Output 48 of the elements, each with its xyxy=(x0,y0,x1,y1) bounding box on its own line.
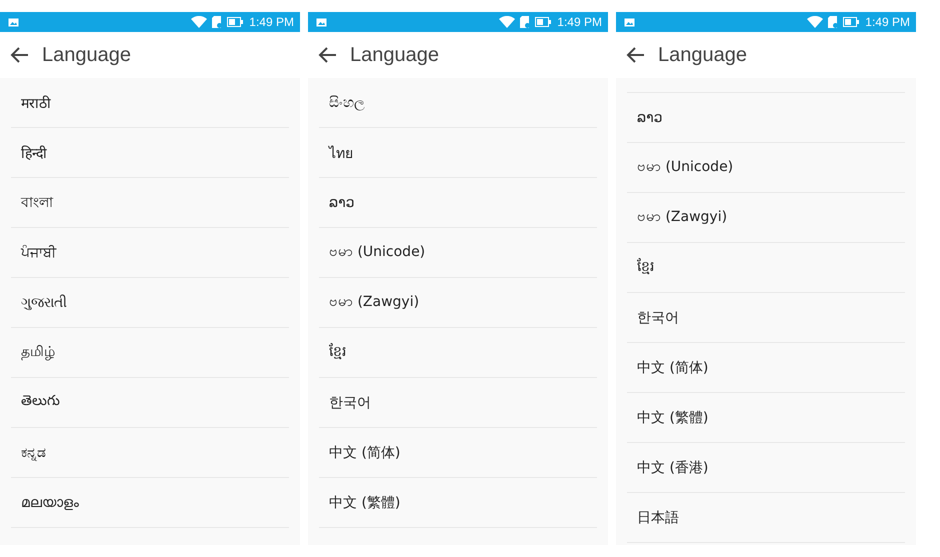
sd-card-icon xyxy=(212,16,222,28)
language-item[interactable]: தமிழ் xyxy=(11,328,289,378)
language-item[interactable]: मराठी xyxy=(11,78,289,128)
status-time: 1:49 PM xyxy=(557,15,602,29)
language-item[interactable]: বাংলা xyxy=(11,178,289,228)
language-item[interactable]: ไทย xyxy=(319,128,597,178)
screen-title: Language xyxy=(658,44,747,66)
language-item[interactable]: ဗမာ (Unicode) xyxy=(627,143,905,193)
battery-icon xyxy=(843,17,860,27)
picture-icon xyxy=(316,18,327,26)
language-item[interactable]: ខ្មែរ xyxy=(319,328,597,378)
language-item[interactable]: ဗမာ (Unicode) xyxy=(319,228,597,278)
back-button[interactable] xyxy=(318,45,338,65)
battery-icon xyxy=(535,17,552,27)
language-item[interactable]: മലയാളം xyxy=(11,478,289,528)
status-time: 1:49 PM xyxy=(865,15,910,29)
status-time: 1:49 PM xyxy=(249,15,294,29)
language-item[interactable]: ລາວ xyxy=(627,93,905,143)
sd-card-icon xyxy=(520,16,530,28)
wifi-icon xyxy=(807,16,824,28)
back-button[interactable] xyxy=(10,45,30,65)
battery-icon xyxy=(227,17,244,27)
wifi-icon xyxy=(191,16,208,28)
screen-title: Language xyxy=(350,44,439,66)
picture-icon xyxy=(624,18,635,26)
wifi-icon xyxy=(499,16,516,28)
language-item[interactable]: ລາວ xyxy=(319,178,597,228)
language-item[interactable]: 日本語 xyxy=(627,493,905,543)
language-item[interactable]: 中文 (繁體) xyxy=(319,478,597,528)
language-item[interactable]: 中文 (简体) xyxy=(319,428,597,478)
language-item[interactable]: 한국어 xyxy=(319,378,597,428)
language-item[interactable]: తెలుగు xyxy=(11,378,289,428)
language-item[interactable]: සිංහල xyxy=(319,78,597,128)
language-item[interactable]: ગુજરાતી xyxy=(11,278,289,328)
language-item[interactable]: 中文 (香港) xyxy=(627,443,905,493)
picture-icon xyxy=(8,18,19,26)
language-item[interactable]: ਪੰਜਾਬੀ xyxy=(11,228,289,278)
sd-card-icon xyxy=(828,16,838,28)
language-item[interactable]: 한국어 xyxy=(627,293,905,343)
language-item[interactable]: 中文 (繁體) xyxy=(627,393,905,443)
language-item[interactable]: ខ្មែរ xyxy=(627,243,905,293)
language-item[interactable]: ಕನ್ನಡ xyxy=(11,428,289,478)
screen-title: Language xyxy=(42,44,131,66)
language-item[interactable]: ဗမာ (Zawgyi) xyxy=(627,193,905,243)
language-item[interactable]: 中文 (简体) xyxy=(627,343,905,393)
language-item[interactable]: हिन्दी xyxy=(11,128,289,178)
language-item[interactable]: ဗမာ (Zawgyi) xyxy=(319,278,597,328)
back-button[interactable] xyxy=(626,45,646,65)
